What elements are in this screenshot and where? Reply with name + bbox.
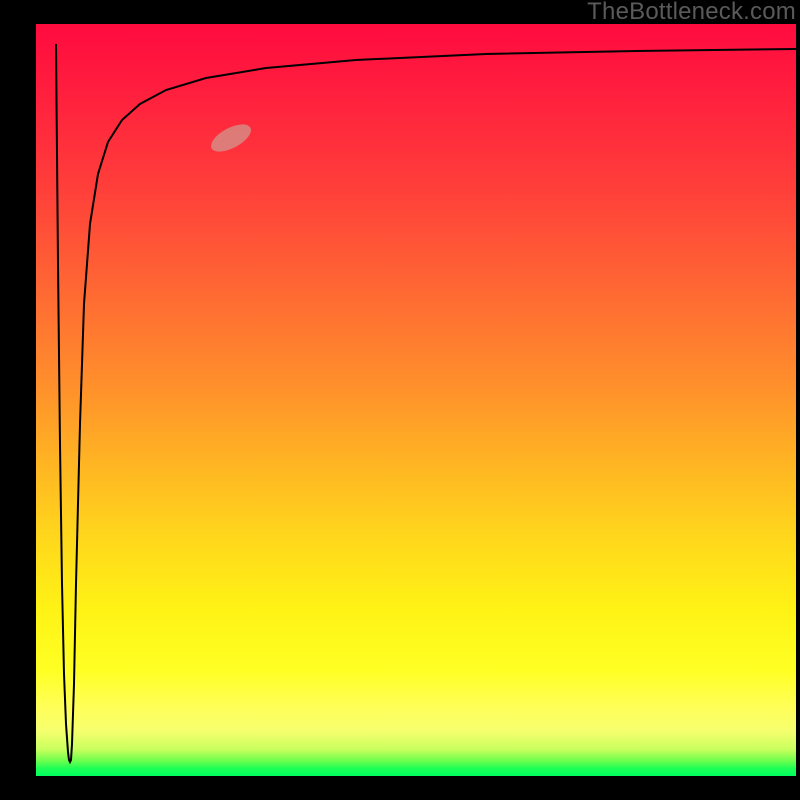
bottleneck-curve (56, 44, 796, 762)
chart-frame: TheBottleneck.com (0, 0, 800, 800)
watermark-text: TheBottleneck.com (587, 0, 796, 24)
curve-marker (207, 119, 255, 157)
curve-layer (36, 24, 796, 776)
